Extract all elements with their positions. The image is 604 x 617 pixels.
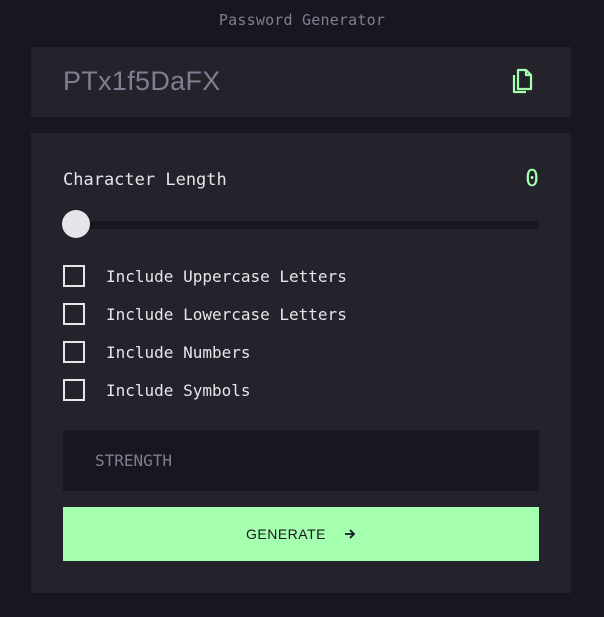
copy-button[interactable] [511,67,535,95]
option-symbols[interactable]: Include Symbols [63,378,251,402]
copy-icon [512,68,533,94]
length-slider-track[interactable] [63,221,539,229]
uppercase-checkbox[interactable] [63,265,85,287]
option-label: Include Numbers [106,342,251,362]
option-label: Include Uppercase Letters [106,266,347,286]
app-title: Password Generator [218,11,386,29]
password-output-panel: PTx1f5DaFX [31,47,571,117]
option-uppercase[interactable]: Include Uppercase Letters [63,264,347,288]
numbers-checkbox[interactable] [63,341,85,363]
character-length-label: Character Length [63,170,227,190]
character-length-value: 0 [525,166,539,192]
arrow-right-icon [344,529,356,539]
symbols-checkbox[interactable] [63,379,85,401]
option-label: Include Symbols [106,380,251,400]
settings-panel: Character Length 0 Include Uppercase Let… [31,133,571,593]
password-display: PTx1f5DaFX [63,66,221,96]
lowercase-checkbox[interactable] [63,303,85,325]
length-slider-thumb[interactable] [62,210,90,238]
option-label: Include Lowercase Letters [106,304,347,324]
strength-label: STRENGTH [95,451,173,470]
generate-label: GENERATE [246,526,326,542]
option-lowercase[interactable]: Include Lowercase Letters [63,302,347,326]
strength-meter: STRENGTH [63,430,539,491]
option-numbers[interactable]: Include Numbers [63,340,251,364]
generate-button[interactable]: GENERATE [63,507,539,561]
